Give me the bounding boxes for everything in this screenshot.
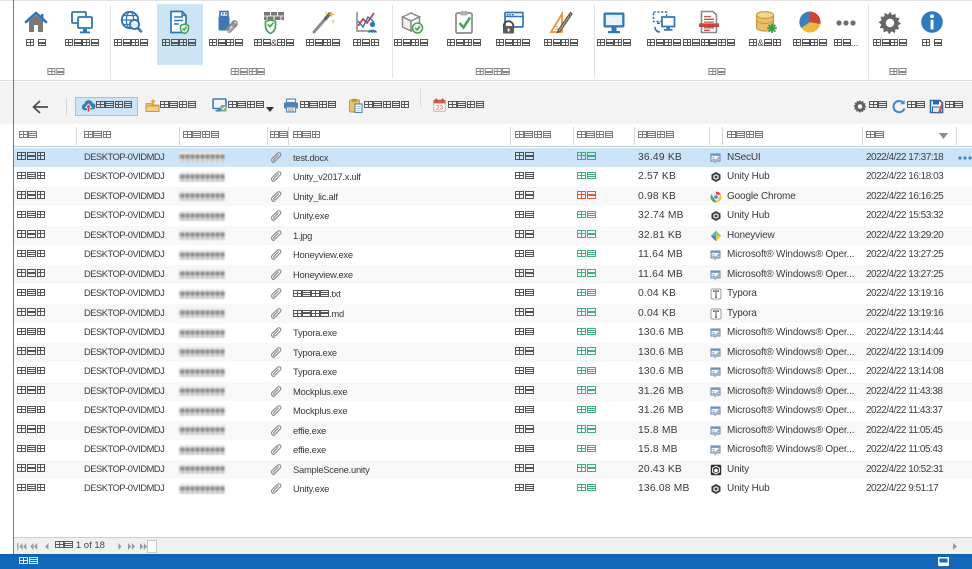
svg-text:23: 23 [436, 104, 444, 111]
